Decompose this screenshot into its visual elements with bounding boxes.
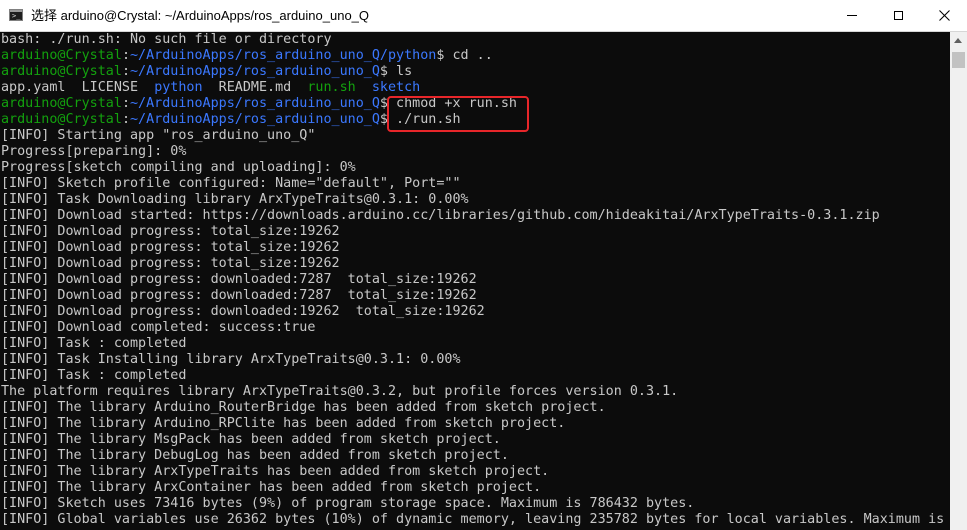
terminal-text-segment: [INFO] Download progress: total_size:192…: [1, 256, 340, 271]
terminal-text-segment: $ ls: [379, 64, 413, 79]
terminal-text-segment: [INFO] Download progress: downloaded:192…: [1, 304, 485, 319]
title-bar[interactable]: >_ 选择 arduino@Crystal: ~/ArduinoApps/ros…: [0, 0, 967, 32]
terminal-line: app.yaml LICENSE python README.md run.sh…: [0, 80, 950, 96]
terminal-text-segment: [INFO] Download completed: success:true: [1, 320, 316, 335]
close-button[interactable]: [921, 0, 967, 31]
terminal-text-segment: arduino@Crystal: [1, 96, 122, 111]
terminal-text-segment: [INFO] The library ArxContainer has been…: [1, 480, 542, 495]
terminal-text-segment: Progress[sketch compiling and uploading]…: [1, 160, 356, 175]
maximize-icon: [893, 11, 903, 20]
terminal-text-segment: [INFO] Download progress: downloaded:728…: [1, 288, 477, 303]
terminal-line: [INFO] Download progress: total_size:192…: [0, 240, 950, 256]
maximize-button[interactable]: [875, 0, 921, 31]
terminal-text-segment: [INFO] The library MsgPack has been adde…: [1, 432, 501, 447]
terminal-text-segment: Progress[preparing]: 0%: [1, 144, 187, 159]
terminal-line: [INFO] Task : completed: [0, 336, 950, 352]
command-highlight-box: [387, 96, 529, 132]
terminal-line: The platform requires library ArxTypeTra…: [0, 384, 950, 400]
console-app-icon: >_: [9, 9, 23, 21]
terminal-line: arduino@Crystal:~/ArduinoApps/ros_arduin…: [0, 48, 950, 64]
terminal-text-segment: [INFO] The library Arduino_RouterBridge …: [1, 400, 606, 415]
terminal-text-segment: app.yaml LICENSE: [1, 80, 155, 95]
terminal-line: [INFO] Download progress: total_size:192…: [0, 224, 950, 240]
vertical-scrollbar[interactable]: [950, 32, 967, 530]
terminal-line: [INFO] Task Installing library ArxTypeTr…: [0, 352, 950, 368]
terminal-text-segment: [INFO] Sketch uses 73416 bytes (9%) of p…: [1, 496, 695, 511]
scrollbar-thumb[interactable]: [952, 52, 965, 68]
terminal-text-segment: arduino@Crystal: [1, 64, 122, 79]
terminal-line: [INFO] Sketch uses 73416 bytes (9%) of p…: [0, 496, 950, 512]
terminal-text-segment: :: [121, 48, 130, 63]
terminal-text-segment: The platform requires library ArxTypeTra…: [1, 384, 679, 399]
terminal-line: [INFO] Download progress: downloaded:728…: [0, 272, 950, 288]
terminal-line: [INFO] The library Arduino_RPClite has b…: [0, 416, 950, 432]
terminal-text-segment: arduino@Crystal: [1, 48, 122, 63]
terminal-text-segment: [INFO] Task : completed: [1, 336, 187, 351]
terminal-line: [INFO] Task : completed: [0, 368, 950, 384]
terminal-line: [INFO] Download progress: downloaded:192…: [0, 304, 950, 320]
terminal-line: [INFO] Download started: https://downloa…: [0, 208, 950, 224]
terminal-text-segment: [INFO] The library Arduino_RPClite has b…: [1, 416, 566, 431]
terminal-text-segment: [INFO] Download progress: total_size:192…: [1, 224, 340, 239]
terminal-line: [INFO] Global variables use 26362 bytes …: [0, 512, 950, 528]
terminal-text-segment: ~/ArduinoApps/ros_arduino_uno_Q: [130, 112, 380, 127]
terminal-text-segment: [INFO] Starting app "ros_arduino_uno_Q": [1, 128, 316, 143]
terminal-text-segment: [INFO] Download progress: downloaded:728…: [1, 272, 477, 287]
terminal-text-segment: sketch: [371, 80, 421, 95]
terminal-line: [INFO] The library Arduino_RouterBridge …: [0, 400, 950, 416]
terminal-text-segment: [INFO] The library DebugLog has been add…: [1, 448, 509, 463]
terminal-text-segment: :: [121, 96, 130, 111]
terminal-line: [INFO] The library ArxTypeTraits has bee…: [0, 464, 950, 480]
terminal-text-segment: python: [154, 80, 203, 95]
window-title: 选择 arduino@Crystal: ~/ArduinoApps/ros_ar…: [31, 8, 370, 23]
terminal-line: [INFO] Sketch profile configured: Name="…: [0, 176, 950, 192]
terminal-text-segment: [INFO] Sketch profile configured: Name="…: [1, 176, 461, 191]
terminal-text-segment: ~/ArduinoApps/ros_arduino_uno_Q: [130, 64, 380, 79]
terminal-text-segment: ~/ArduinoApps/ros_arduino_uno_Q/python: [130, 48, 437, 63]
terminal-line: [INFO] Task Downloading library ArxTypeT…: [0, 192, 950, 208]
terminal-text-segment: README.md: [202, 80, 308, 95]
terminal-line: [INFO] The library MsgPack has been adde…: [0, 432, 950, 448]
terminal-text-segment: [INFO] Download progress: total_size:192…: [1, 240, 340, 255]
terminal-line: [INFO] The library ArxContainer has been…: [0, 480, 950, 496]
scroll-up-arrow-icon[interactable]: [954, 38, 962, 43]
close-icon: [938, 10, 950, 21]
terminal-line: Progress[sketch compiling and uploading]…: [0, 160, 950, 176]
terminal-text-segment: $ cd ..: [436, 48, 493, 63]
terminal-line: [INFO] Download completed: success:true: [0, 320, 950, 336]
terminal-text-segment: [INFO] Task Installing library ArxTypeTr…: [1, 352, 461, 367]
terminal-text-segment: arduino@Crystal: [1, 112, 122, 127]
terminal-line: [INFO] Download progress: downloaded:728…: [0, 288, 950, 304]
terminal-line: arduino@Crystal:~/ArduinoApps/ros_arduin…: [0, 64, 950, 80]
terminal-line: [INFO] The library DebugLog has been add…: [0, 448, 950, 464]
terminal-text-segment: [INFO] Task Downloading library ArxTypeT…: [1, 192, 469, 207]
terminal-text-segment: :: [121, 112, 130, 127]
terminal-text-segment: [INFO] Global variables use 26362 bytes …: [1, 512, 945, 527]
minimize-icon: [847, 15, 857, 16]
terminal-text-segment: ~/ArduinoApps/ros_arduino_uno_Q: [130, 96, 380, 111]
terminal-text-segment: [INFO] Task : completed: [1, 368, 187, 383]
terminal-text-segment: [INFO] The library ArxTypeTraits has bee…: [1, 464, 550, 479]
terminal-text-segment: :: [121, 64, 130, 79]
terminal-text-segment: bash: ./run.sh: No such file or director…: [1, 32, 332, 47]
minimize-button[interactable]: [829, 0, 875, 31]
terminal-line: bash: ./run.sh: No such file or director…: [0, 32, 950, 48]
terminal-line: [INFO] Download progress: total_size:192…: [0, 256, 950, 272]
terminal-text-segment: [INFO] Download started: https://downloa…: [1, 208, 880, 223]
terminal-text-segment: run.sh: [307, 80, 356, 95]
terminal-line: Progress[preparing]: 0%: [0, 144, 950, 160]
